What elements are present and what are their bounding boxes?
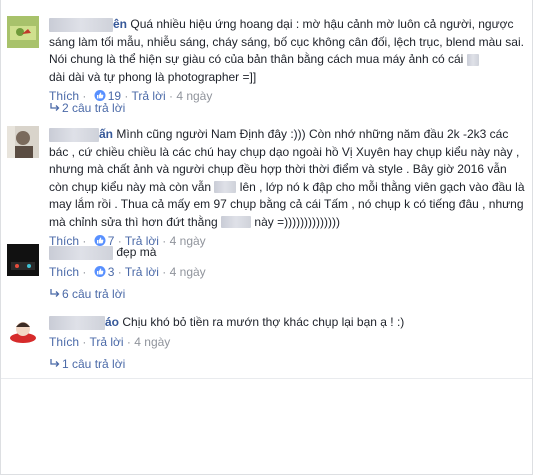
reply-arrow-icon: [50, 103, 60, 111]
like-count[interactable]: 3: [108, 265, 115, 279]
comments-panel: ên Quá nhiều hiệu ứng hoang dại : mờ hậu…: [0, 0, 533, 475]
author-name[interactable]: ên: [49, 16, 127, 34]
timestamp[interactable]: 4 ngày: [134, 335, 170, 349]
view-replies-link[interactable]: 2 câu trả lời: [50, 101, 125, 115]
divider: [1, 378, 532, 379]
view-replies-link[interactable]: 6 câu trả lời: [50, 287, 125, 301]
like-link[interactable]: Thích: [49, 335, 79, 349]
redacted-text: [466, 53, 479, 66]
author-name[interactable]: ấn: [49, 126, 113, 144]
view-replies-link[interactable]: 1 câu trả lời: [50, 357, 125, 371]
comment-actions: Thích · Trả lời · 4 ngày: [49, 334, 171, 349]
thumbs-up-icon: [94, 265, 106, 277]
reply-arrow-icon: [50, 359, 60, 367]
author-name[interactable]: [49, 244, 113, 262]
redacted-text: [214, 181, 237, 194]
thumbs-up-icon: [94, 90, 106, 101]
avatar[interactable]: [7, 244, 39, 276]
comment-body: ên Quá nhiều hiệu ứng hoang dại : mờ hậu…: [49, 16, 525, 104]
avatar[interactable]: [7, 126, 39, 158]
redacted-text: [221, 216, 252, 229]
timestamp[interactable]: 4 ngày: [176, 89, 212, 103]
comment-body: ấn Mình cũng người Nam Định đây :))) Còn…: [49, 126, 525, 249]
like-link[interactable]: Thích: [49, 265, 79, 279]
comment-text: ên Quá nhiều hiệu ứng hoang dại : mờ hậu…: [49, 16, 524, 84]
comment-text: ấn Mình cũng người Nam Định đây :))) Còn…: [49, 126, 525, 229]
reply-link[interactable]: Trả lời: [89, 335, 123, 349]
timestamp[interactable]: 4 ngày: [170, 265, 206, 279]
reply-link[interactable]: Trả lời: [132, 89, 166, 103]
comment-body: áo Chịu khó bỏ tiền ra mướn thợ khác chụ…: [49, 314, 525, 350]
comment-actions: Thích · 3 · Trả lời · 4 ngày: [49, 264, 206, 279]
author-name[interactable]: áo: [49, 314, 119, 332]
comment-text: đẹp mà: [49, 244, 525, 262]
avatar[interactable]: [7, 314, 39, 346]
comment-text: áo Chịu khó bỏ tiền ra mướn thợ khác chụ…: [49, 314, 525, 332]
reply-arrow-icon: [50, 289, 60, 297]
reply-link[interactable]: Trả lời: [125, 265, 159, 279]
avatar[interactable]: [7, 16, 39, 48]
comment-body: đẹp mà Thích · 3 · Trả lời · 4 ngày: [49, 244, 525, 280]
